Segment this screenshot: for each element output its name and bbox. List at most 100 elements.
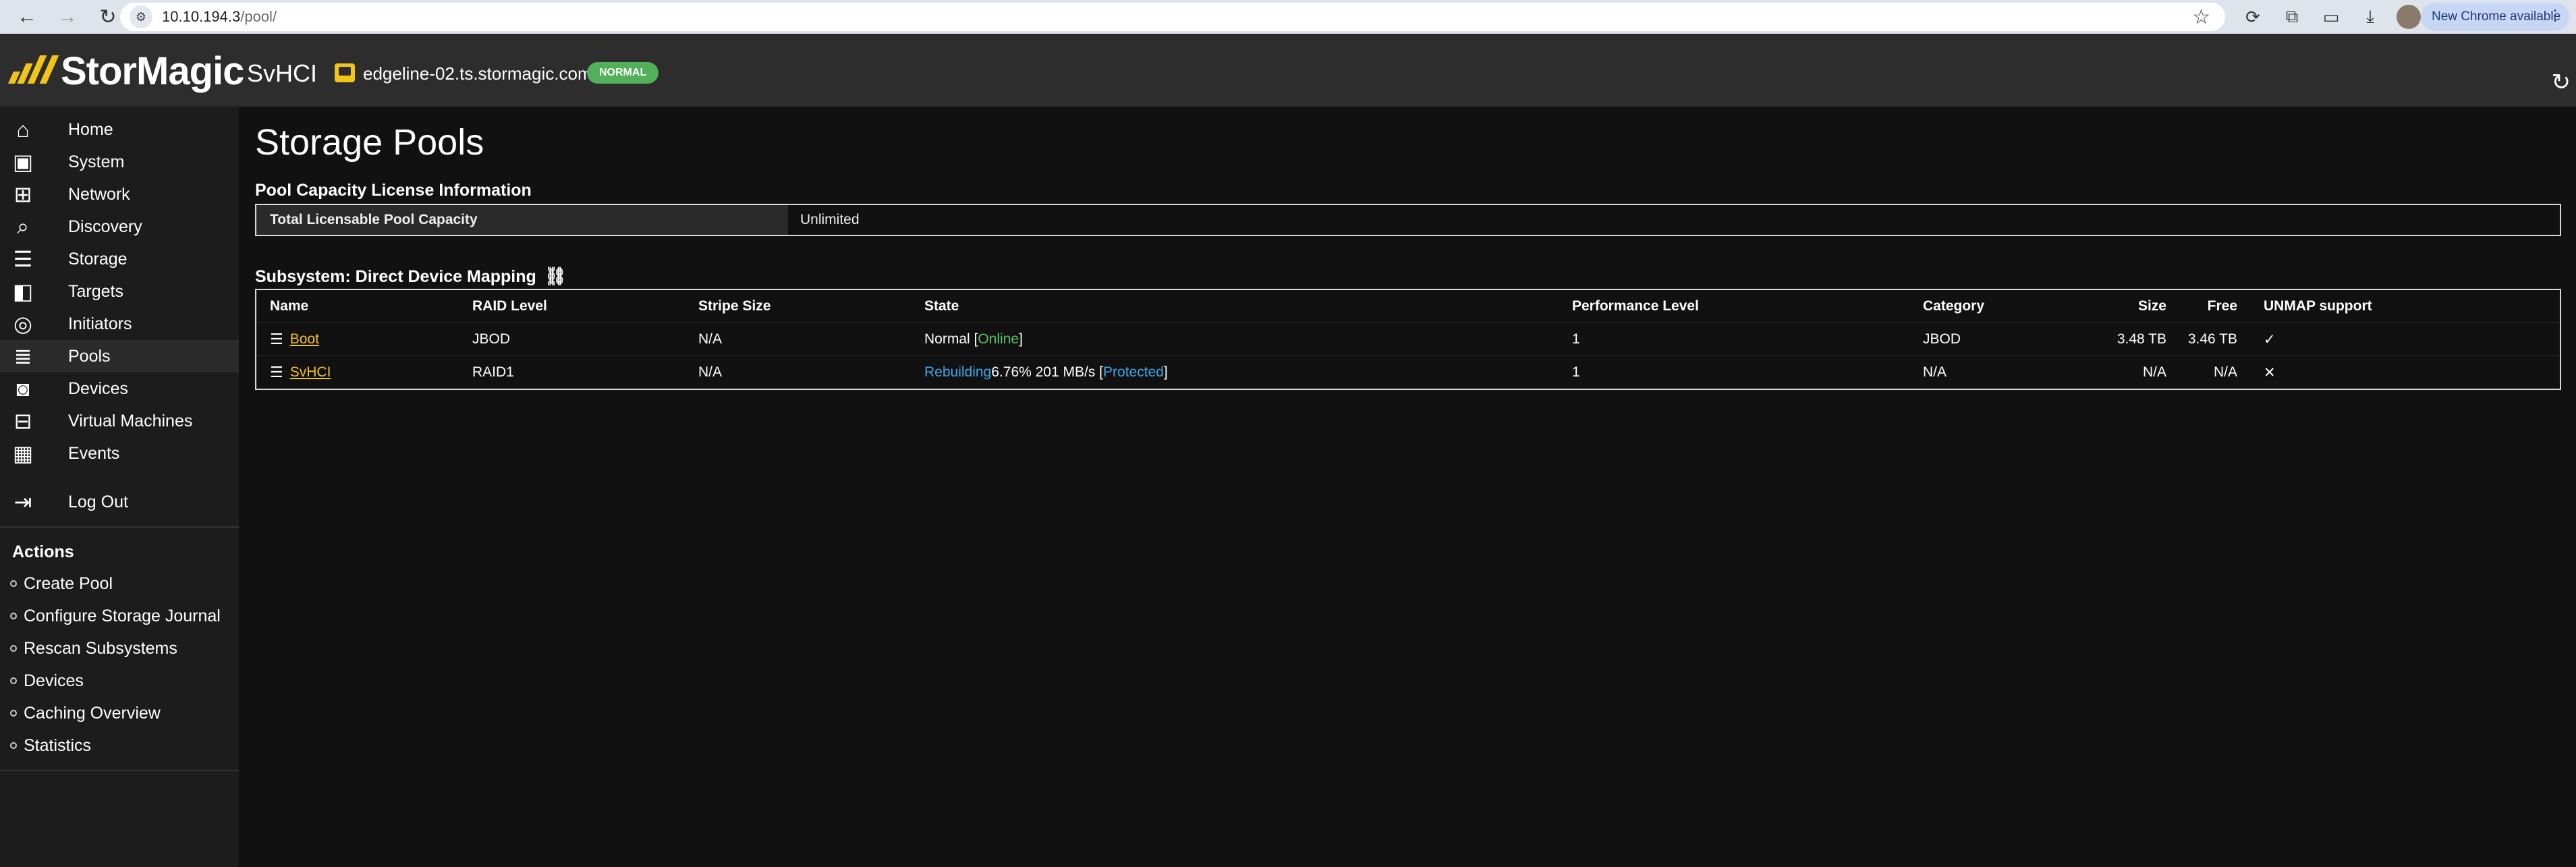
sidebar-item-system[interactable]: ▣ System <box>0 146 239 178</box>
sidebar-item-discovery[interactable]: ⌕ Discovery <box>0 211 239 243</box>
column-header-state: State <box>924 298 959 314</box>
pool-name-link[interactable]: Boot <box>290 331 319 347</box>
sidebar-item-targets[interactable]: ◧ Targets <box>0 275 239 308</box>
sidebar-item-label: Discovery <box>68 217 142 236</box>
performance-level-cell: 1 <box>1572 331 1580 347</box>
link-icon[interactable]: ⛓ <box>544 266 567 287</box>
sidebar-item-label: Targets <box>68 281 123 301</box>
performance-level-cell: 1 <box>1572 364 1580 380</box>
stormagic-logo: StorMagic <box>5 49 244 93</box>
sidebar: ⌂ Home ▣ System ⊞ Network ⌕ Discovery ☰ Storage ◧ T… <box>0 107 239 867</box>
bullet-icon <box>10 710 17 717</box>
sidebar-item-label: Log Out <box>68 492 128 511</box>
action-label: Rescan Subsystems <box>24 638 177 658</box>
sidebar-divider <box>0 770 239 771</box>
checkmark-icon: ✓ <box>2264 331 2276 347</box>
sidebar-item-home[interactable]: ⌂ Home <box>0 113 239 146</box>
downloads-icon[interactable]: ⤓ <box>2351 1 2390 32</box>
sidebar-item-log-out[interactable]: ⇥ Log Out <box>0 486 239 518</box>
cast-icon[interactable]: ▭ <box>2312 1 2351 32</box>
column-header-performance-level: Performance Level <box>1572 298 1699 314</box>
free-cell: 3.46 TB <box>2187 331 2237 347</box>
refresh-icon[interactable]: ↻ <box>2552 69 2571 96</box>
back-arrow-icon[interactable]: ← <box>7 1 47 32</box>
action-devices[interactable]: Devices <box>0 665 239 697</box>
sidebar-item-label: System <box>68 152 125 171</box>
sidebar-item-network[interactable]: ⊞ Network <box>0 178 239 211</box>
size-cell: 3.48 TB <box>2117 331 2166 347</box>
action-rescan-subsystems[interactable]: Rescan Subsystems <box>0 632 239 665</box>
category-cell: JBOD <box>1923 331 1961 347</box>
action-create-pool[interactable]: Create Pool <box>0 567 239 600</box>
pool-name-cell: ☰ Boot <box>270 323 319 356</box>
bullet-icon <box>10 613 17 619</box>
column-header-stripe-size: Stripe Size <box>698 298 771 314</box>
list-icon: ☰ <box>270 331 283 347</box>
list-icon: ☰ <box>270 364 283 381</box>
extensions-puzzle-icon[interactable]: ⧉ <box>2272 1 2312 32</box>
bullet-icon <box>10 645 17 652</box>
sidebar-item-events[interactable]: ▦ Events <box>0 437 239 470</box>
state-status: Rebuilding <box>924 364 992 380</box>
sidebar-item-label: Events <box>68 443 120 463</box>
column-header-name: Name <box>270 298 309 314</box>
logout-icon: ⇥ <box>13 490 32 514</box>
sidebar-item-pools[interactable]: ≣ Pools <box>0 340 239 372</box>
app-header: StorMagic SvHCI edgeline-02.ts.stormagic… <box>0 34 2576 107</box>
sidebar-item-label: Virtual Machines <box>68 411 193 430</box>
bullet-icon <box>10 580 17 587</box>
license-value: Unlimited <box>800 212 860 227</box>
brand-name: StorMagic <box>61 49 244 93</box>
menu-dots-icon[interactable]: ⋮ <box>2548 7 2563 24</box>
action-label: Configure Storage Journal <box>24 606 221 625</box>
sync-extension-icon[interactable]: ⟳ <box>2233 1 2272 32</box>
size-cell: N/A <box>2142 364 2166 380</box>
sidebar-item-devices[interactable]: ◙ Devices <box>0 372 239 405</box>
sidebar-item-virtual-machines[interactable]: ⊟ Virtual Machines <box>0 405 239 437</box>
raid-level-cell: JBOD <box>472 331 511 347</box>
column-header-raid-level: RAID Level <box>472 298 547 314</box>
url-text[interactable]: 10.10.194.3/pool/ <box>162 8 277 26</box>
pool-name-cell: ☰ SvHCI <box>270 356 331 389</box>
table-header-row: Name RAID Level Stripe Size State Performanc… <box>256 290 2560 323</box>
browser-toolbar: ← → ↻ ⚙ 10.10.194.3/pool/ ☆ ⟳ ⧉ ▭ ⤓ New … <box>0 0 2576 34</box>
license-table: Total Licensable Pool Capacity Unlimited <box>255 204 2561 236</box>
hostname: edgeline-02.ts.stormagic.com <box>363 63 592 84</box>
site-settings-icon[interactable]: ⚙ <box>130 5 152 28</box>
network-icon: ⊞ <box>13 182 32 206</box>
pools-icon: ≣ <box>13 344 32 368</box>
host-appliance-icon <box>335 63 355 82</box>
storage-icon: ☰ <box>13 247 33 271</box>
forward-arrow-icon[interactable]: → <box>47 1 88 32</box>
sidebar-item-label: Home <box>68 119 113 139</box>
product-name: SvHCI <box>247 59 318 87</box>
table-row: ☰ Boot JBOD N/A Normal [Online] 1 JBOD 3.48 TB 3… <box>256 323 2560 356</box>
system-icon: ▣ <box>12 150 34 174</box>
sidebar-item-storage[interactable]: ☰ Storage <box>0 243 239 275</box>
page-title: Storage Pools <box>255 122 484 163</box>
devices-icon: ◙ <box>16 376 30 401</box>
state-cell: Rebuilding 6.76% 201 MB/s [Protected] <box>924 356 1168 389</box>
actions-heading: Actions <box>12 542 74 561</box>
pool-name-link[interactable]: SvHCI <box>290 364 331 381</box>
pools-table: Name RAID Level Stripe Size State Performanc… <box>255 289 2561 390</box>
new-chrome-label: New Chrome available <box>2432 9 2561 24</box>
address-bar[interactable]: ⚙ 10.10.194.3/pool/ ☆ <box>120 3 2225 31</box>
bullet-icon <box>10 677 17 684</box>
action-configure-storage-journal[interactable]: Configure Storage Journal <box>0 600 239 632</box>
bookmark-star-icon[interactable]: ☆ <box>2192 5 2210 29</box>
state-prefix: Normal [ <box>924 331 978 347</box>
action-statistics[interactable]: Statistics <box>0 729 239 762</box>
free-cell: N/A <box>2213 364 2237 380</box>
action-label: Devices <box>24 671 84 690</box>
sidebar-item-initiators[interactable]: ◎ Initiators <box>0 308 239 340</box>
profile-avatar[interactable] <box>2397 5 2421 29</box>
bullet-icon <box>10 742 17 749</box>
new-chrome-available-button[interactable]: New Chrome available ⋮ <box>2421 3 2569 31</box>
license-section-heading: Pool Capacity License Information <box>255 181 532 200</box>
column-header-category: Category <box>1923 298 1985 314</box>
subsystem-section-heading: Subsystem: Direct Device Mapping ⛓ <box>255 266 567 287</box>
sidebar-item-label: Storage <box>68 249 128 269</box>
action-label: Caching Overview <box>24 703 161 723</box>
action-caching-overview[interactable]: Caching Overview <box>0 697 239 729</box>
